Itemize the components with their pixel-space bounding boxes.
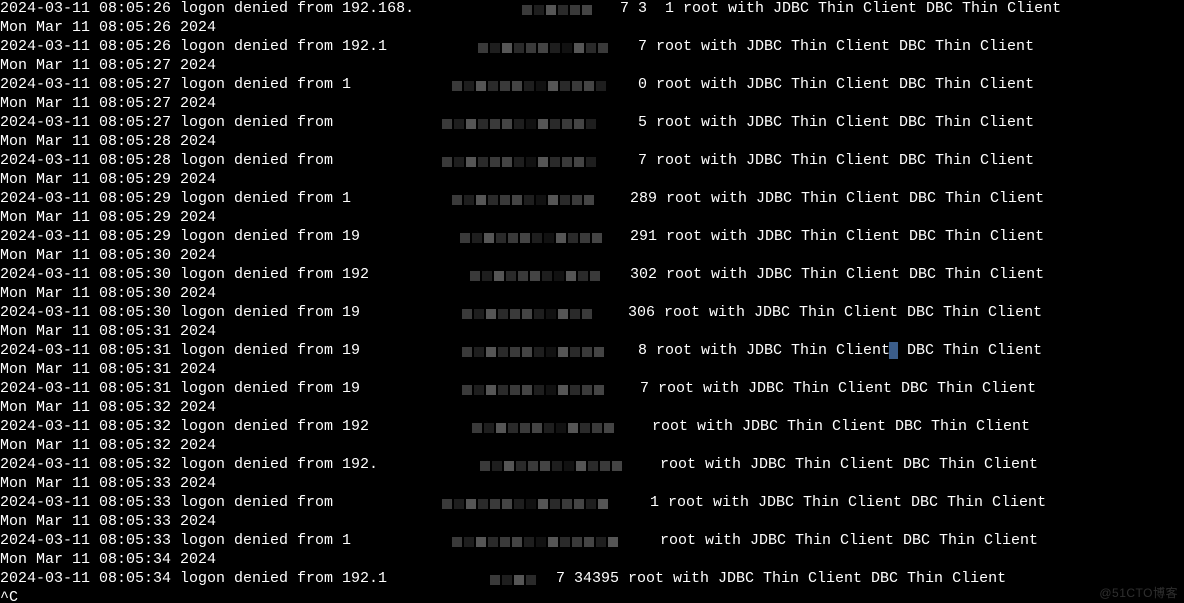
log-line: 2024-03-11 08:05:33 logon denied from 1 … [0, 494, 1184, 513]
log-left: 2024-03-11 08:05:27 logon denied from [0, 114, 342, 131]
date-line: Mon Mar 11 08:05:33 2024 [0, 475, 1184, 494]
log-tail: 7 root with JDBC Thin Client DBC Thin Cl… [638, 38, 1034, 57]
date-line: Mon Mar 11 08:05:32 2024 [0, 399, 1184, 418]
log-left: 2024-03-11 08:05:31 logon denied from 19 [0, 380, 360, 397]
interrupt-line: ^C [0, 589, 1184, 603]
log-tail: 0 root with JDBC Thin Client DBC Thin Cl… [638, 76, 1034, 95]
log-left: 2024-03-11 08:05:28 logon denied from [0, 152, 342, 169]
log-left: 2024-03-11 08:05:27 logon denied from 1 [0, 76, 351, 93]
date-line: Mon Mar 11 08:05:32 2024 [0, 437, 1184, 456]
redacted-ip-block [440, 494, 650, 513]
log-left: 2024-03-11 08:05:26 logon denied from 19… [0, 38, 387, 55]
redacted-ip-block [470, 418, 652, 437]
date-line: Mon Mar 11 08:05:27 2024 [0, 95, 1184, 114]
date-line: Mon Mar 11 08:05:27 2024 [0, 57, 1184, 76]
redacted-ip-block [458, 228, 630, 247]
redacted-ip-block [440, 114, 638, 133]
log-left: 2024-03-11 08:05:32 logon denied from 19… [0, 418, 369, 435]
log-tail: 5 root with JDBC Thin Client DBC Thin Cl… [638, 114, 1034, 133]
date-line: Mon Mar 11 08:05:29 2024 [0, 171, 1184, 190]
log-tail: 7 root with JDBC Thin Client DBC Thin Cl… [640, 380, 1036, 399]
log-line: 2024-03-11 08:05:26 logon denied from 19… [0, 0, 1184, 19]
redacted-ip-block [460, 380, 640, 399]
redacted-ip-block [488, 570, 556, 589]
redacted-ip-block [476, 38, 638, 57]
log-tail: 289 root with JDBC Thin Client DBC Thin … [630, 190, 1044, 209]
log-left: 2024-03-11 08:05:31 logon denied from 19 [0, 342, 360, 359]
log-line: 2024-03-11 08:05:29 logon denied from 1 2… [0, 190, 1184, 209]
log-line: 2024-03-11 08:05:27 logon denied from 5 … [0, 114, 1184, 133]
log-left: 2024-03-11 08:05:30 logon denied from 19 [0, 304, 360, 321]
text-cursor [889, 342, 898, 359]
redacted-ip-block [450, 76, 638, 95]
redacted-ip-block [468, 266, 630, 285]
date-line: Mon Mar 11 08:05:31 2024 [0, 361, 1184, 380]
redacted-ip-block [460, 342, 638, 361]
log-tail: root with JDBC Thin Client DBC Thin Clie… [652, 418, 1030, 437]
date-line: Mon Mar 11 08:05:28 2024 [0, 133, 1184, 152]
log-tail: 8 root with JDBC Thin Client DBC Thin Cl… [638, 342, 1042, 361]
log-tail: root with JDBC Thin Client DBC Thin Clie… [660, 456, 1038, 475]
log-tail: 291 root with JDBC Thin Client DBC Thin … [630, 228, 1044, 247]
log-tail: 7 3 1 root with JDBC Thin Client DBC Thi… [620, 0, 1061, 19]
log-line: 2024-03-11 08:05:28 logon denied from 7 … [0, 152, 1184, 171]
log-tail: 306 root with JDBC Thin Client DBC Thin … [628, 304, 1042, 323]
log-line: 2024-03-11 08:05:27 logon denied from 1 0… [0, 76, 1184, 95]
date-line: Mon Mar 11 08:05:26 2024 [0, 19, 1184, 38]
log-line: 2024-03-11 08:05:30 logon denied from 19… [0, 304, 1184, 323]
redacted-ip-block [450, 190, 630, 209]
log-line: 2024-03-11 08:05:34 logon denied from 19… [0, 570, 1184, 589]
log-line: 2024-03-11 08:05:29 logon denied from 19… [0, 228, 1184, 247]
redacted-ip-block [450, 532, 660, 551]
log-tail: 302 root with JDBC Thin Client DBC Thin … [630, 266, 1044, 285]
log-line: 2024-03-11 08:05:33 logon denied from 1 r… [0, 532, 1184, 551]
date-line: Mon Mar 11 08:05:30 2024 [0, 285, 1184, 304]
log-left: 2024-03-11 08:05:29 logon denied from 1 [0, 190, 351, 207]
log-tail: 7 34395 root with JDBC Thin Client DBC T… [556, 570, 1006, 589]
date-line: Mon Mar 11 08:05:29 2024 [0, 209, 1184, 228]
log-left: 2024-03-11 08:05:29 logon denied from 19 [0, 228, 360, 245]
date-line: Mon Mar 11 08:05:30 2024 [0, 247, 1184, 266]
log-left: 2024-03-11 08:05:33 logon denied from [0, 494, 342, 511]
date-line: Mon Mar 11 08:05:33 2024 [0, 513, 1184, 532]
log-line: 2024-03-11 08:05:31 logon denied from 19… [0, 342, 1184, 361]
terminal-output: 2024-03-11 08:05:26 logon denied from 19… [0, 0, 1184, 603]
redacted-ip-block [520, 0, 620, 19]
log-tail: 1 root with JDBC Thin Client DBC Thin Cl… [650, 494, 1046, 513]
log-left: 2024-03-11 08:05:26 logon denied from 19… [0, 0, 414, 17]
date-line: Mon Mar 11 08:05:31 2024 [0, 323, 1184, 342]
watermark: @51CTO博客 [1099, 586, 1178, 601]
log-line: 2024-03-11 08:05:31 logon denied from 19… [0, 380, 1184, 399]
log-line: 2024-03-11 08:05:32 logon denied from 19… [0, 418, 1184, 437]
date-line: Mon Mar 11 08:05:34 2024 [0, 551, 1184, 570]
redacted-ip-block [478, 456, 660, 475]
log-tail: 7 root with JDBC Thin Client DBC Thin Cl… [638, 152, 1034, 171]
redacted-ip-block [440, 152, 638, 171]
log-line: 2024-03-11 08:05:26 logon denied from 19… [0, 38, 1184, 57]
log-left: 2024-03-11 08:05:34 logon denied from 19… [0, 570, 387, 587]
redacted-ip-block [460, 304, 628, 323]
log-tail: root with JDBC Thin Client DBC Thin Clie… [660, 532, 1038, 551]
log-left: 2024-03-11 08:05:30 logon denied from 19… [0, 266, 369, 283]
log-line: 2024-03-11 08:05:32 logon denied from 19… [0, 456, 1184, 475]
log-line: 2024-03-11 08:05:30 logon denied from 19… [0, 266, 1184, 285]
log-left: 2024-03-11 08:05:32 logon denied from 19… [0, 456, 378, 473]
log-left: 2024-03-11 08:05:33 logon denied from 1 [0, 532, 351, 549]
